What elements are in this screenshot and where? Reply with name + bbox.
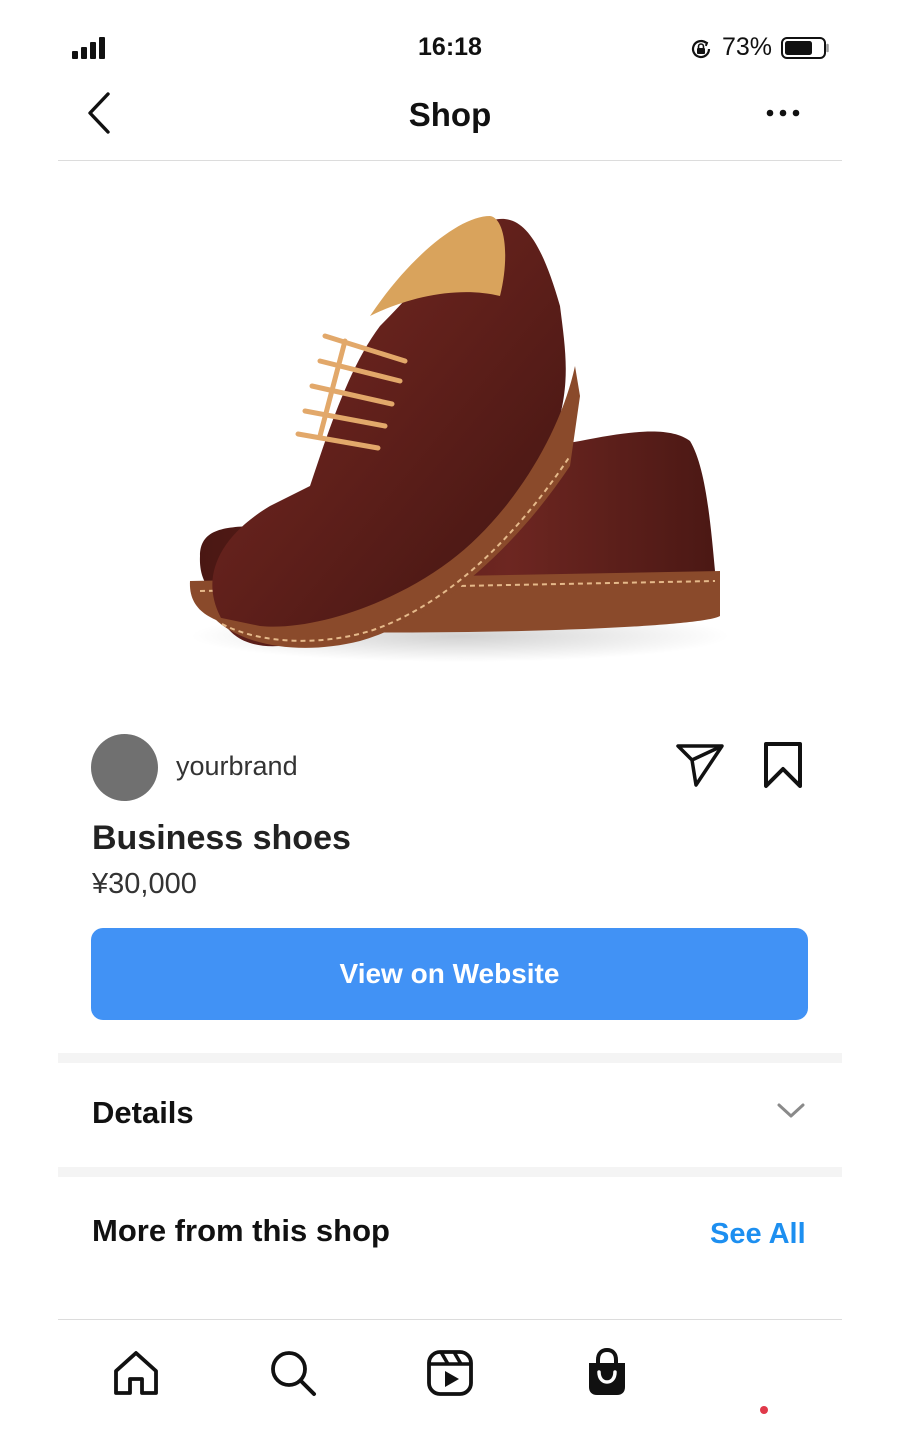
more-options-icon[interactable] <box>762 106 804 120</box>
reels-icon <box>427 1350 473 1396</box>
chevron-down-icon[interactable] <box>776 1100 806 1120</box>
tab-home[interactable] <box>108 1345 164 1401</box>
notification-dot <box>760 1406 768 1414</box>
brand-name[interactable]: yourbrand <box>176 751 298 782</box>
see-all-link[interactable]: See All <box>710 1218 806 1251</box>
battery-icon <box>781 37 829 59</box>
share-send-icon[interactable] <box>674 740 726 790</box>
status-bar: 16:18 73% <box>0 0 900 90</box>
details-label[interactable]: Details <box>92 1095 194 1131</box>
tab-shop[interactable] <box>579 1345 635 1401</box>
tab-search[interactable] <box>265 1345 321 1401</box>
section-divider <box>58 1167 842 1177</box>
shop-bag-icon <box>589 1347 625 1395</box>
nav-divider <box>58 160 842 161</box>
battery-percentage: 73% <box>722 33 773 61</box>
avatar[interactable] <box>91 734 158 801</box>
bookmark-icon[interactable] <box>762 741 804 789</box>
product-title: Business shoes <box>92 819 351 857</box>
home-icon <box>114 1351 158 1395</box>
tab-reels[interactable] <box>422 1345 478 1401</box>
section-divider <box>58 1053 842 1063</box>
more-from-shop-title: More from this shop <box>92 1213 390 1248</box>
product-image[interactable] <box>160 176 740 696</box>
view-on-website-button[interactable]: View on Website <box>91 928 808 1020</box>
product-price: ¥30,000 <box>92 868 197 900</box>
search-icon <box>271 1351 316 1396</box>
orientation-lock-icon <box>691 39 711 59</box>
tab-bar-divider <box>58 1319 842 1320</box>
